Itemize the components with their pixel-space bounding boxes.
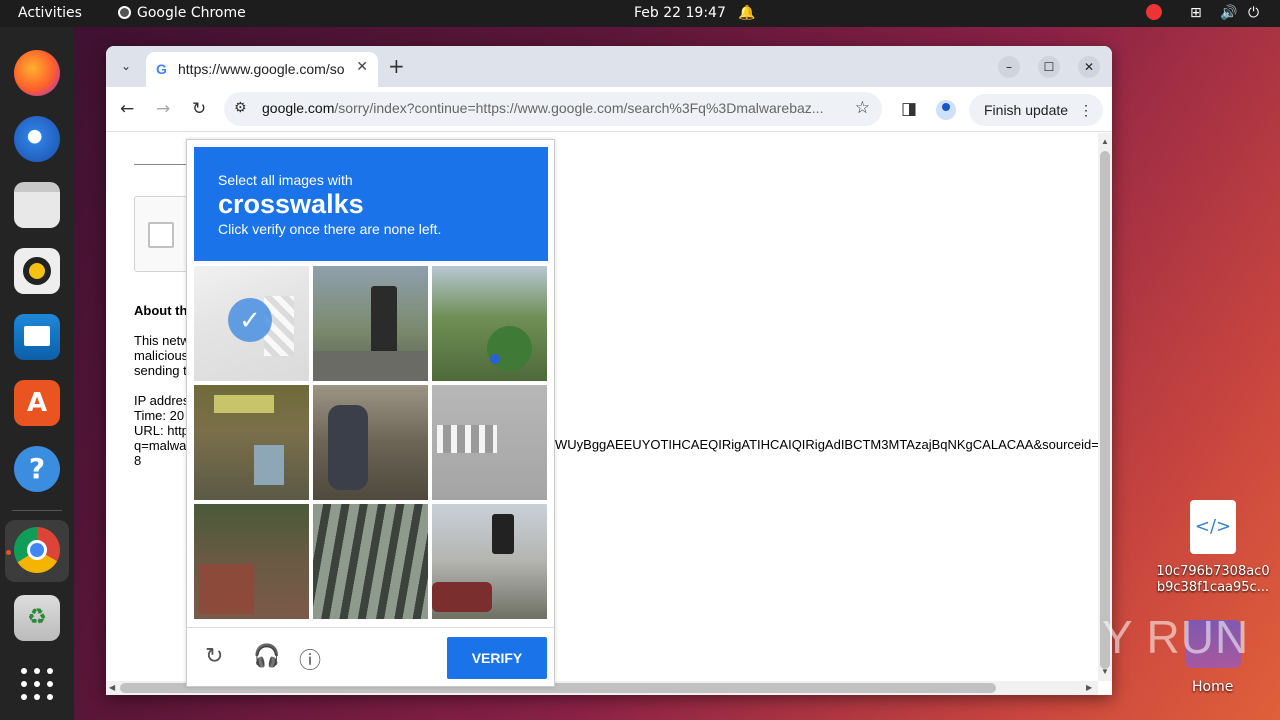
- network-icon[interactable]: ⊞: [1190, 5, 1202, 21]
- tab-title: https://www.google.com/sorry/index?conti…: [178, 61, 344, 77]
- captcha-tile[interactable]: ✓: [194, 266, 309, 381]
- scroll-right-arrow-icon[interactable]: ▶: [1086, 683, 1092, 692]
- do-not-disturb-icon[interactable]: [1146, 4, 1162, 20]
- captcha-tile[interactable]: [194, 385, 309, 500]
- page-line: q=malwa: [134, 438, 187, 453]
- rhythmbox-icon[interactable]: [14, 248, 60, 294]
- close-window-button[interactable]: ✕: [1078, 56, 1100, 78]
- captcha-target: crosswalks: [218, 189, 364, 219]
- forward-arrow-icon[interactable]: →: [156, 99, 170, 119]
- dock-separator: [12, 510, 62, 511]
- info-icon[interactable]: ⓘ: [299, 643, 321, 675]
- page-line: URL: http: [134, 423, 189, 438]
- kebab-menu-icon[interactable]: ⋮: [1079, 94, 1093, 126]
- app-name: Google Chrome: [137, 5, 246, 21]
- power-icon[interactable]: ⏻: [1248, 5, 1259, 21]
- vertical-scrollbar[interactable]: ▲ ▼: [1098, 133, 1112, 681]
- tab-close-icon[interactable]: ✕: [356, 59, 368, 75]
- finish-update-button[interactable]: Finish update ⋮: [969, 94, 1103, 126]
- running-indicator: [6, 550, 11, 555]
- back-arrow-icon[interactable]: ←: [120, 99, 134, 119]
- html-file-icon[interactable]: </>: [1190, 500, 1236, 554]
- site-info-icon[interactable]: ⚙: [234, 100, 247, 116]
- url-continuation-text: WUyBggAEEUYOTIHCAEQIRigATIHCAIQIRigAdIBC…: [555, 437, 1098, 452]
- captcha-tile[interactable]: [432, 385, 547, 500]
- help-icon[interactable]: ?: [14, 446, 60, 492]
- reload-icon[interactable]: ↻: [192, 99, 206, 119]
- thunderbird-icon[interactable]: [14, 116, 60, 162]
- file-label-line-2: b9c38f1caa95c...: [1156, 580, 1270, 595]
- anyrun-watermark: ANY RUN: [1036, 611, 1250, 663]
- address-bar[interactable]: ⚙ google.com/sorry/index?continue=https:…: [224, 92, 882, 126]
- audio-challenge-icon[interactable]: 🎧: [253, 643, 280, 669]
- side-panel-icon[interactable]: ◨: [901, 99, 917, 119]
- vertical-scroll-thumb[interactable]: [1100, 151, 1110, 669]
- firefox-icon[interactable]: [14, 50, 60, 96]
- libreoffice-impress-icon[interactable]: [14, 314, 60, 360]
- captcha-instruction: Select all images with: [218, 172, 353, 188]
- volume-icon[interactable]: 🔊: [1220, 5, 1237, 21]
- finish-update-label: Finish update: [984, 102, 1069, 118]
- file-label-line-1: 10c796b7308ac0: [1156, 564, 1270, 579]
- chrome-small-icon: [118, 6, 131, 19]
- page-content: About th This netw malicious sending t I…: [106, 133, 1112, 695]
- captcha-tile[interactable]: [432, 504, 547, 619]
- desktop-file-label[interactable]: 10c796b7308ac0 b9c38f1caa95c...: [1146, 564, 1280, 596]
- profile-avatar-icon[interactable]: [936, 100, 956, 120]
- page-line: malicious: [134, 348, 189, 363]
- captcha-header: Select all images with crosswalks Click …: [194, 147, 548, 261]
- selected-check-icon: ✓: [228, 298, 272, 342]
- google-favicon-icon: G: [156, 61, 167, 77]
- tab-strip: ⌄ G https://www.google.com/sorry/index?c…: [106, 46, 1112, 87]
- files-icon[interactable]: [14, 182, 60, 228]
- minimize-button[interactable]: –: [998, 56, 1020, 78]
- captcha-tile[interactable]: [313, 266, 428, 381]
- bell-icon[interactable]: 🔔: [738, 5, 755, 21]
- activities-button[interactable]: Activities: [18, 5, 82, 21]
- captcha-tile[interactable]: [432, 266, 547, 381]
- captcha-challenge: Select all images with crosswalks Click …: [186, 139, 555, 687]
- scroll-left-arrow-icon[interactable]: ◀: [109, 683, 115, 692]
- recaptcha-checkbox[interactable]: [148, 222, 174, 248]
- chrome-icon[interactable]: [14, 527, 60, 573]
- page-line: sending t: [134, 363, 187, 378]
- app-center-icon[interactable]: A: [14, 380, 60, 426]
- trash-icon[interactable]: ♻: [14, 595, 60, 641]
- new-tab-plus-icon[interactable]: +: [388, 55, 405, 77]
- dock: A ? ♻: [0, 27, 74, 720]
- url-text[interactable]: google.com/sorry/index?continue=https://…: [262, 100, 844, 116]
- captcha-footer: ↻ 🎧 ⓘ VERIFY: [187, 627, 554, 686]
- page-line: This netw: [134, 333, 190, 348]
- tab-search-chevron-icon[interactable]: ⌄: [114, 54, 138, 78]
- tab-active[interactable]: G https://www.google.com/sorry/index?con…: [146, 52, 378, 87]
- page-line: Time: 20: [134, 408, 185, 423]
- about-heading: About th: [134, 303, 188, 318]
- captcha-hint: Click verify once there are none left.: [218, 221, 442, 237]
- captcha-tile[interactable]: [194, 504, 309, 619]
- divider: [134, 164, 194, 165]
- maximize-button[interactable]: ☐: [1038, 56, 1060, 78]
- chrome-window: ⌄ G https://www.google.com/sorry/index?c…: [106, 46, 1112, 695]
- url-path: /sorry/index?continue=https://www.google…: [334, 100, 824, 116]
- clock[interactable]: Feb 22 19:47: [634, 5, 726, 21]
- scroll-up-arrow-icon[interactable]: ▲: [1101, 137, 1109, 146]
- show-apps-icon[interactable]: [21, 668, 53, 700]
- captcha-tile[interactable]: [313, 385, 428, 500]
- scroll-down-arrow-icon[interactable]: ▼: [1101, 667, 1109, 676]
- bookmark-star-icon[interactable]: ☆: [855, 98, 870, 118]
- toolbar: ← → ↻ ⚙ google.com/sorry/index?continue=…: [106, 87, 1112, 132]
- verify-button[interactable]: VERIFY: [447, 637, 547, 679]
- page-line: IP addres: [134, 393, 190, 408]
- app-menu[interactable]: Google Chrome: [118, 5, 246, 21]
- page-line: 8: [134, 453, 142, 468]
- captcha-tile[interactable]: [313, 504, 428, 619]
- home-label[interactable]: Home: [1192, 679, 1233, 695]
- recaptcha-checkbox-area: [134, 196, 194, 272]
- top-bar: Activities Google Chrome Feb 22 19:47 🔔 …: [0, 0, 1280, 27]
- reload-challenge-icon[interactable]: ↻: [205, 643, 223, 669]
- url-domain: google.com: [262, 100, 335, 116]
